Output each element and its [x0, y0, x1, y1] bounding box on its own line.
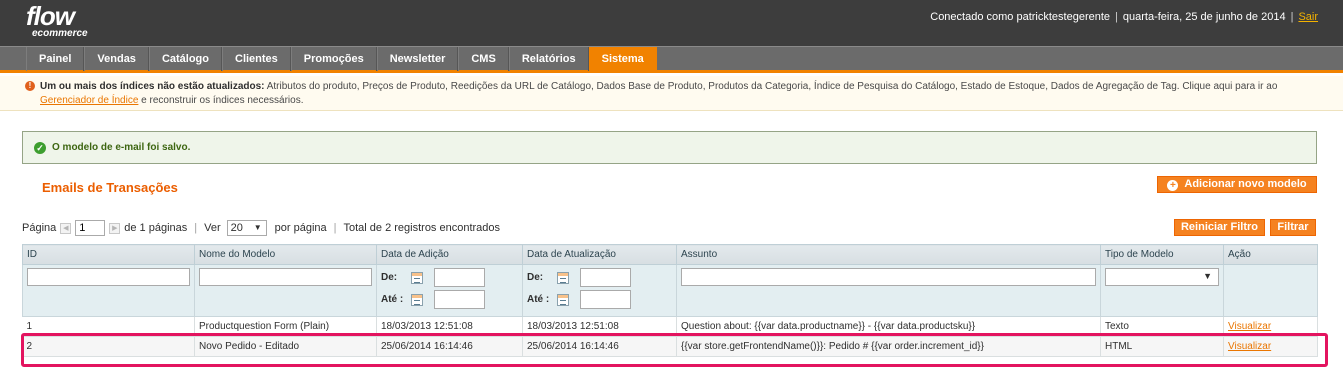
per-page-select[interactable]: 20 ▼: [226, 220, 267, 236]
main-nav: Painel Vendas Catálogo Clientes Promoçõe…: [0, 46, 1343, 73]
nav-newsletter[interactable]: Newsletter: [376, 47, 459, 71]
updated-from-input[interactable]: [580, 268, 631, 287]
column-id[interactable]: ID: [22, 244, 195, 265]
column-action: Ação: [1223, 244, 1318, 265]
reset-filter-button[interactable]: Reiniciar Filtro: [1174, 219, 1265, 236]
column-updated-date[interactable]: Data de Atualização: [522, 244, 677, 265]
added-from-label: De:: [381, 272, 398, 283]
add-template-button[interactable]: + Adicionar novo modelo: [1157, 176, 1317, 193]
cell-name: Novo Pedido - Editado: [194, 336, 377, 357]
added-from-input[interactable]: [434, 268, 485, 287]
cell-updated: 25/06/2014 16:14:46: [522, 336, 677, 357]
filter-subject-input[interactable]: [681, 268, 1096, 286]
success-text: O modelo de e-mail foi salvo.: [52, 142, 191, 153]
chevron-down-icon: ▼: [253, 223, 262, 232]
grid-header-row: ID Nome do Modelo Data de Adição Data de…: [22, 244, 1318, 265]
page-title: Emails de Transações: [42, 180, 178, 195]
header-user-info: Conectado como patricktestegerente | quart…: [930, 11, 1318, 23]
added-to-label: Até :: [381, 294, 404, 305]
current-date: quarta-feira, 25 de junho de 2014: [1122, 11, 1286, 23]
filter-name-input[interactable]: [199, 268, 372, 286]
of-pages-label: de 1 páginas: [124, 222, 188, 234]
nav-painel[interactable]: Painel: [26, 47, 85, 71]
updated-to-input[interactable]: [580, 290, 631, 309]
view-link[interactable]: Visualizar: [1228, 321, 1271, 332]
notice-body: Atributos do produto, Preços de Produto,…: [264, 81, 1278, 92]
cell-type: Texto: [1100, 316, 1224, 337]
logout-link[interactable]: Sair: [1298, 11, 1318, 23]
success-check-icon: ✓: [34, 142, 46, 154]
index-notice: ! Um ou mais dos índices não estão atual…: [0, 76, 1343, 111]
logo-sub-text: ecommerce: [32, 28, 88, 39]
index-manager-link[interactable]: Gerenciador de Índice: [40, 95, 138, 106]
calendar-icon[interactable]: [411, 271, 423, 284]
cell-added: 25/06/2014 16:14:46: [376, 336, 523, 357]
total-records: Total de 2 registros encontrados: [343, 222, 501, 234]
updated-from-label: De:: [527, 272, 544, 283]
nav-promocoes[interactable]: Promoções: [290, 47, 377, 71]
filter-id-input[interactable]: [27, 268, 190, 286]
added-to-input[interactable]: [434, 290, 485, 309]
per-page-label: por página: [274, 222, 327, 234]
cell-id: 1: [22, 316, 195, 337]
table-row[interactable]: 2 Novo Pedido - Editado 25/06/2014 16:14…: [22, 336, 1318, 357]
page-label: Página: [22, 222, 57, 234]
nav-relatorios[interactable]: Relatórios: [508, 47, 589, 71]
success-message: ✓ O modelo de e-mail foi salvo.: [22, 131, 1317, 164]
grid-pager: Página ◀ ▶ de 1 páginas | Ver 20▼ por pá…: [22, 219, 500, 237]
page-number-input[interactable]: [75, 220, 106, 236]
notice-tail: e reconstruir os índices necessários.: [138, 95, 304, 106]
nav-catalogo[interactable]: Catálogo: [148, 47, 222, 71]
flow-ecommerce-logo[interactable]: flow ecommerce: [26, 1, 88, 39]
chevron-down-icon: ▼: [1203, 271, 1212, 281]
calendar-icon[interactable]: [557, 271, 569, 284]
nav-sistema[interactable]: Sistema: [588, 47, 657, 71]
nav-cms[interactable]: CMS: [458, 47, 509, 71]
nav-clientes[interactable]: Clientes: [222, 47, 291, 71]
filter-button[interactable]: Filtrar: [1270, 219, 1316, 236]
warning-icon: !: [25, 81, 35, 91]
nav-vendas[interactable]: Vendas: [84, 47, 149, 71]
updated-to-label: Até :: [527, 294, 550, 305]
column-template-type[interactable]: Tipo de Modelo: [1100, 244, 1224, 265]
index-notice-text: Um ou mais dos índices não estão atualiz…: [40, 80, 1330, 108]
view-label: Ver: [204, 222, 221, 234]
logo-main-text: flow: [26, 1, 75, 31]
add-template-label: Adicionar novo modelo: [1184, 178, 1307, 190]
calendar-icon[interactable]: [411, 293, 423, 306]
cell-id: 2: [22, 336, 195, 357]
filter-type-select[interactable]: ▼: [1105, 268, 1219, 286]
next-page-icon[interactable]: ▶: [109, 222, 121, 234]
cell-updated: 18/03/2013 12:51:08: [522, 316, 677, 337]
logged-in-label: Conectado como patricktestegerente: [930, 11, 1111, 23]
column-subject[interactable]: Assunto: [676, 244, 1101, 265]
plus-icon: +: [1167, 180, 1179, 191]
view-link[interactable]: Visualizar: [1228, 341, 1271, 352]
admin-header: flow ecommerce Conectado como patricktes…: [0, 0, 1343, 46]
cell-subject: Question about: {{var data.productname}}…: [676, 316, 1101, 337]
cell-added: 18/03/2013 12:51:08: [376, 316, 523, 337]
calendar-icon[interactable]: [557, 293, 569, 306]
filter-row: De: Até : De: Até : ▼: [22, 264, 1318, 317]
cell-subject: {{var store.getFrontendName()}}: Pedido …: [676, 336, 1101, 357]
notice-bold: Um ou mais dos índices não estão atualiz…: [40, 81, 265, 92]
column-template-name[interactable]: Nome do Modelo: [194, 244, 377, 265]
column-added-date[interactable]: Data de Adição: [376, 244, 523, 265]
cell-type: HTML: [1100, 336, 1224, 357]
email-templates-grid: ID Nome do Modelo Data de Adição Data de…: [22, 244, 1318, 357]
prev-page-icon[interactable]: ◀: [60, 222, 72, 234]
table-row[interactable]: 1 Productquestion Form (Plain) 18/03/201…: [22, 316, 1318, 337]
cell-name: Productquestion Form (Plain): [194, 316, 377, 337]
